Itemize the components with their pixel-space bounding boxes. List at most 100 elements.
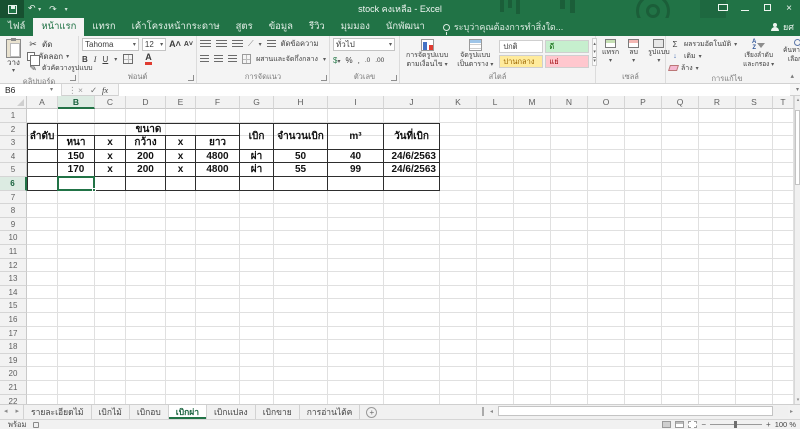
align-middle-icon[interactable] — [216, 40, 227, 48]
align-top-icon[interactable] — [200, 40, 211, 48]
collapse-ribbon-button[interactable]: ▴ — [790, 72, 794, 80]
column-header-L[interactable]: L — [477, 96, 514, 109]
row-header-8[interactable]: 8 — [0, 204, 27, 218]
fill-handle[interactable] — [92, 188, 96, 192]
column-header-P[interactable]: P — [625, 96, 662, 109]
decrease-decimal-button[interactable]: .00 — [375, 57, 384, 64]
cell-F4[interactable]: 4800 — [196, 150, 240, 164]
enter-entry-icon[interactable]: ✓ — [90, 84, 97, 96]
cell-G4[interactable]: ผ่า — [240, 150, 274, 164]
row-header-18[interactable]: 18 — [0, 340, 27, 354]
ribbon-tab-8[interactable]: นักพัฒนา — [378, 18, 433, 36]
next-sheet-icon[interactable]: ▸ — [12, 405, 24, 419]
column-header-D[interactable]: D — [126, 96, 166, 109]
scroll-right-icon[interactable]: ▸ — [788, 408, 795, 415]
cell-H2[interactable]: จำนวนเบิก — [274, 123, 328, 150]
select-all-corner[interactable] — [0, 96, 27, 109]
sheet-tab-0[interactable]: รายละเอียดไม้ — [23, 405, 91, 419]
fill-button[interactable]: ↓เติม▾ — [669, 50, 737, 62]
cell-F3[interactable]: ยาว — [196, 136, 240, 150]
sheet-tab-1[interactable]: เบิกไม้ — [92, 405, 130, 419]
cell-F6[interactable] — [196, 177, 240, 191]
ribbon-tab-7[interactable]: มุมมอง — [333, 18, 378, 36]
cell-A6[interactable] — [27, 177, 58, 191]
cell-J5[interactable]: 24/6/2563 — [384, 163, 440, 177]
zoom-slider-thumb[interactable] — [734, 421, 737, 428]
ribbon-tab-1[interactable]: หน้าแรก — [33, 18, 84, 36]
column-header-R[interactable]: R — [699, 96, 736, 109]
column-header-I[interactable]: I — [328, 96, 384, 109]
undo-button[interactable]: ↶ ▾ — [24, 0, 45, 18]
cell-B4[interactable]: 150 — [58, 150, 95, 164]
horizontal-scroll-track[interactable] — [495, 406, 788, 417]
column-header-O[interactable]: O — [588, 96, 625, 109]
tab-split-handle[interactable] — [482, 407, 484, 416]
column-header-C[interactable]: C — [95, 96, 126, 109]
cell-D3[interactable]: กว้าง — [126, 136, 166, 150]
vertical-scrollbar[interactable]: ▴ ▾ — [794, 96, 800, 404]
macro-record-icon[interactable] — [33, 422, 39, 428]
row-header-14[interactable]: 14 — [0, 286, 27, 300]
currency-button[interactable]: $▾ — [333, 56, 340, 65]
horizontal-scroll-thumb[interactable] — [498, 406, 773, 416]
cell-J2[interactable]: วันที่เบิก — [384, 123, 440, 150]
dialog-launcher-icon[interactable] — [321, 75, 327, 81]
cell-I5[interactable]: 99 — [328, 163, 384, 177]
cell-style-neutral[interactable]: ปานกลาง — [499, 55, 543, 68]
cell-E3[interactable]: x — [166, 136, 196, 150]
font-size-combo[interactable]: 12▾ — [142, 38, 166, 51]
row-header-22[interactable]: 22 — [0, 395, 27, 404]
horizontal-scrollbar[interactable]: ◂ ▸ — [482, 405, 795, 418]
sheet-tab-6[interactable]: การอ่านไต้ค — [300, 405, 361, 419]
delete-cells-button[interactable]: ลบ ▾ — [625, 38, 642, 72]
column-header-G[interactable]: G — [240, 96, 274, 109]
font-name-combo[interactable]: Tahoma▾ — [82, 38, 139, 51]
column-header-A[interactable]: A — [27, 96, 58, 109]
column-header-B[interactable]: B — [58, 96, 95, 109]
cell-B5[interactable]: 170 — [58, 163, 95, 177]
cancel-entry-icon[interactable]: × — [78, 84, 83, 96]
ribbon-display-options-button[interactable] — [712, 0, 734, 18]
ribbon-tab-3[interactable]: เค้าโครงหน้ากระดาษ — [124, 18, 228, 36]
row-header-7[interactable]: 7 — [0, 191, 27, 205]
dialog-launcher-icon[interactable] — [70, 75, 76, 81]
page-break-view-button[interactable] — [688, 421, 697, 428]
new-sheet-button[interactable]: + — [366, 407, 377, 418]
zoom-slider[interactable] — [710, 424, 762, 425]
column-header-Q[interactable]: Q — [662, 96, 699, 109]
formula-input[interactable] — [118, 84, 790, 96]
align-left-icon[interactable] — [200, 55, 209, 63]
active-cell-selection[interactable] — [57, 176, 95, 191]
row-header-12[interactable]: 12 — [0, 259, 27, 273]
column-header-S[interactable]: S — [736, 96, 773, 109]
cell-D6[interactable] — [126, 177, 166, 191]
sheet-tab-2[interactable]: เบิกอบ — [130, 405, 169, 419]
cell-H6[interactable] — [274, 177, 328, 191]
sheet-tab-5[interactable]: เบิกขาย — [256, 405, 300, 419]
sheet-tab-4[interactable]: เบิกแปลง — [207, 405, 256, 419]
align-right-icon[interactable] — [228, 55, 237, 63]
column-header-E[interactable]: E — [166, 96, 196, 109]
conditional-formatting-button[interactable]: การจัดรูปแบบ ตามเงื่อนไข ▾ — [403, 38, 451, 72]
row-header-10[interactable]: 10 — [0, 231, 27, 245]
scroll-left-icon[interactable]: ◂ — [488, 408, 495, 415]
minimize-button[interactable] — [734, 0, 756, 18]
save-button[interactable] — [0, 0, 24, 18]
column-header-H[interactable]: H — [274, 96, 328, 109]
row-header-11[interactable]: 11 — [0, 245, 27, 259]
clear-button[interactable]: ล้าง▾ — [669, 62, 737, 74]
row-header-5[interactable]: 5 — [0, 163, 27, 177]
prev-sheet-icon[interactable]: ◂ — [0, 405, 12, 419]
row-header-3[interactable]: 3 — [0, 136, 27, 150]
increase-font-button[interactable]: A˄ — [169, 40, 181, 49]
customize-qat-button[interactable]: ▾ — [61, 0, 72, 18]
row-header-2[interactable]: 2 — [0, 123, 27, 137]
insert-function-button[interactable]: fx — [102, 84, 108, 96]
zoom-out-button[interactable]: − — [701, 420, 706, 429]
account-chip[interactable]: ยศ — [771, 18, 794, 36]
cell-I4[interactable]: 40 — [328, 150, 384, 164]
cell-D4[interactable]: 200 — [126, 150, 166, 164]
cell-G6[interactable] — [240, 177, 274, 191]
cell-style-good[interactable]: ดี — [545, 40, 589, 53]
decrease-font-button[interactable]: A˅ — [184, 40, 193, 49]
